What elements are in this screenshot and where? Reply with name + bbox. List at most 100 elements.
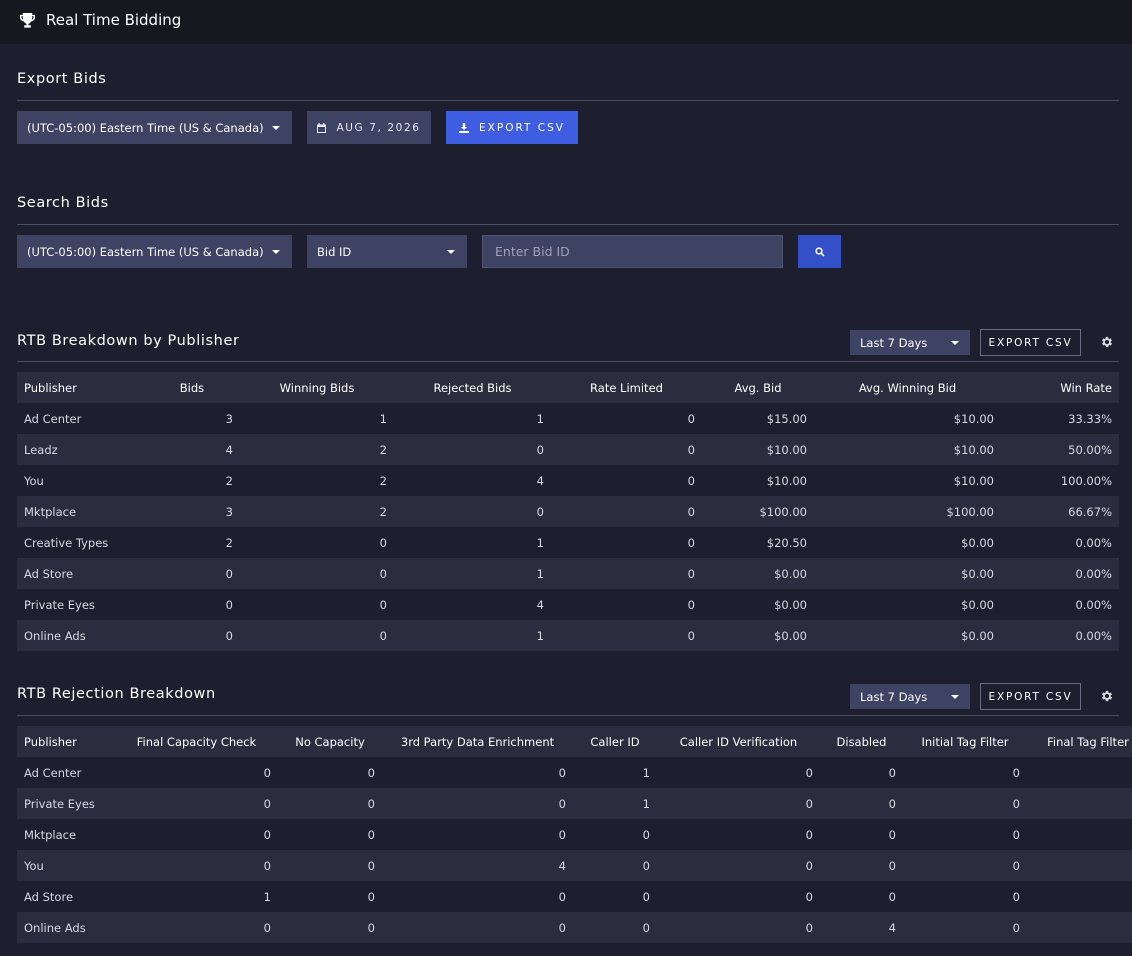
publisher-cell: Ad Store [24, 566, 74, 581]
gear-icon[interactable] [1100, 689, 1114, 703]
download-icon [459, 122, 470, 133]
chevron-down-icon [272, 250, 280, 254]
table-row: You00400000 [17, 850, 1132, 881]
value-cell: 0 [687, 442, 695, 457]
value-cell: 0 [379, 597, 387, 612]
column-header[interactable]: Final Capacity Check [115, 726, 278, 757]
value-cell: 0.00% [1075, 597, 1112, 612]
value-cell: 0 [1012, 858, 1020, 873]
column-header[interactable]: Initial Tag Filter [903, 726, 1027, 757]
value-cell: 1 [536, 566, 544, 581]
value-cell: 0 [367, 827, 375, 842]
value-cell: 0 [1012, 765, 1020, 780]
publisher-range-select[interactable]: Last 7 Days [850, 330, 970, 355]
table-row: Ad Store10000000 [17, 881, 1132, 912]
value-cell: 0 [263, 858, 271, 873]
bid-id-input[interactable]: Enter Bid ID [482, 235, 783, 268]
column-header[interactable]: Avg. Bid [702, 372, 814, 403]
column-header[interactable]: Disabled [820, 726, 903, 757]
column-header[interactable]: Caller ID Verification [657, 726, 820, 757]
column-header[interactable]: Winning Bids [240, 372, 394, 403]
publisher-breakdown-title: RTB Breakdown by Publisher [17, 333, 240, 349]
value-cell: 0 [1012, 827, 1020, 842]
trophy-icon [19, 12, 36, 28]
value-cell: $0.00 [961, 535, 994, 550]
value-cell: 3 [225, 504, 233, 519]
divider [17, 715, 1119, 716]
chevron-down-icon [272, 126, 280, 130]
value-cell: 0 [558, 827, 566, 842]
value-cell: 0 [687, 473, 695, 488]
column-header[interactable]: 3rd Party Data Enrichment [382, 726, 573, 757]
value-cell: 0 [367, 920, 375, 935]
rejection-breakdown-title: RTB Rejection Breakdown [17, 686, 216, 702]
publisher-cell: Leadz [24, 442, 58, 457]
publisher-cell: Creative Types [24, 535, 109, 550]
divider [17, 224, 1119, 225]
value-cell: 0 [558, 765, 566, 780]
table-row: Ad Store 0 0 1 0 $0.00 $0.00 0.00% [17, 558, 1119, 589]
value-cell: 1 [536, 411, 544, 426]
table-row: Ad Center00010000 [17, 757, 1132, 788]
value-cell: 0 [225, 597, 233, 612]
export-bids-csv-button[interactable]: EXPORT CSV [446, 111, 578, 144]
column-header[interactable]: Win Rate [1001, 372, 1119, 403]
value-cell: 0.00% [1075, 628, 1112, 643]
export-timezone-select[interactable]: (UTC-05:00) Eastern Time (US & Canada) [17, 111, 292, 144]
value-cell: 0 [687, 411, 695, 426]
value-cell: 4 [225, 442, 233, 457]
table-row: Online Ads 0 0 1 0 $0.00 $0.00 0.00% [17, 620, 1119, 651]
column-header[interactable]: No Capacity [278, 726, 382, 757]
value-cell: 0 [805, 889, 813, 904]
publisher-cell: Online Ads [24, 628, 86, 643]
app-header: Real Time Bidding [0, 0, 1132, 44]
search-button[interactable] [798, 235, 841, 268]
column-header[interactable]: Rate Limited [551, 372, 702, 403]
column-header[interactable]: Caller ID [573, 726, 657, 757]
value-cell: 0 [687, 597, 695, 612]
value-cell: 0.00% [1075, 535, 1112, 550]
calendar-icon [317, 122, 327, 133]
publisher-cell: Ad Store [24, 889, 74, 904]
value-cell: 2 [379, 504, 387, 519]
publisher-export-csv-button[interactable]: EXPORT CSV [980, 329, 1081, 356]
rejection-range-value: Last 7 Days [860, 689, 928, 704]
column-header[interactable]: Publisher [17, 726, 115, 757]
column-header[interactable]: Final Tag Filter [1027, 726, 1132, 757]
value-cell: 0 [687, 504, 695, 519]
value-cell: 0 [805, 796, 813, 811]
date-picker-button[interactable]: AUG 7, 2026 [307, 111, 431, 144]
search-timezone-select[interactable]: (UTC-05:00) Eastern Time (US & Canada) [17, 235, 292, 268]
value-cell: 0 [367, 765, 375, 780]
column-header[interactable]: Bids [144, 372, 240, 403]
value-cell: $10.00 [766, 442, 807, 457]
divider [17, 361, 1119, 362]
value-cell: 0 [888, 796, 896, 811]
value-cell: 0 [1027, 881, 1132, 912]
value-cell: 2 [225, 535, 233, 550]
rejection-export-csv-button[interactable]: EXPORT CSV [980, 683, 1081, 710]
column-header[interactable]: Publisher [17, 372, 144, 403]
value-cell: 100.00% [1060, 473, 1112, 488]
value-cell: 0.00% [1075, 566, 1112, 581]
value-cell: 0 [642, 920, 650, 935]
value-cell: 4 [536, 597, 544, 612]
value-cell: 0 [687, 566, 695, 581]
rejection-export-csv-label: EXPORT CSV [988, 690, 1073, 703]
value-cell: 0 [1012, 796, 1020, 811]
value-cell: 0 [888, 858, 896, 873]
value-cell: $10.00 [766, 473, 807, 488]
column-header[interactable]: Avg. Winning Bid [814, 372, 1001, 403]
search-field-select[interactable]: Bid ID [307, 235, 467, 268]
table-row: Mktplace 3 2 0 0 $100.00 $100.00 66.67% [17, 496, 1119, 527]
publisher-cell: You [24, 858, 44, 873]
value-cell: 66.67% [1068, 504, 1112, 519]
gear-icon[interactable] [1100, 335, 1114, 349]
publisher-cell: You [24, 473, 44, 488]
publisher-breakdown-table: Publisher Bids Winning Bids Rejected Bid… [17, 372, 1119, 651]
value-cell: 4 [558, 858, 566, 873]
value-cell: 0 [367, 858, 375, 873]
column-header[interactable]: Rejected Bids [394, 372, 551, 403]
rejection-range-select[interactable]: Last 7 Days [850, 684, 970, 709]
value-cell: 0 [1027, 912, 1132, 943]
